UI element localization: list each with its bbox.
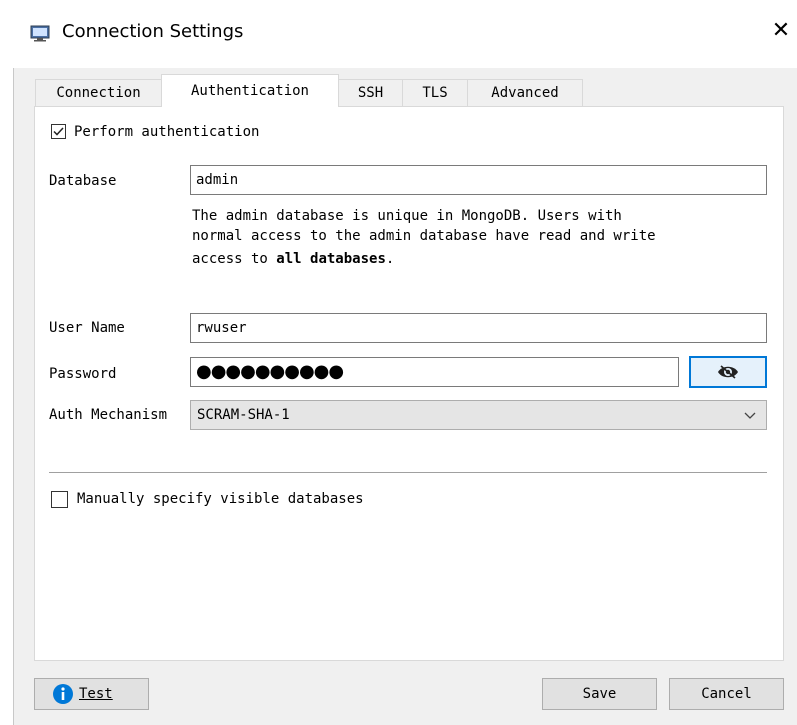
mechanism-value: SCRAM-SHA-1 <box>197 407 290 423</box>
tab-ssh[interactable]: SSH <box>338 79 403 106</box>
separator <box>49 472 767 473</box>
help-bold: all databases <box>276 251 386 267</box>
database-help-line-1: The admin database is unique in MongoDB.… <box>192 208 622 224</box>
mechanism-select[interactable]: SCRAM-SHA-1 <box>190 400 767 430</box>
close-icon[interactable]: ✕ <box>770 20 792 42</box>
save-button[interactable]: Save <box>542 678 657 710</box>
tab-advanced[interactable]: Advanced <box>467 79 583 106</box>
window-title: Connection Settings <box>62 21 244 42</box>
title-bar: Connection Settings ✕ <box>0 0 797 68</box>
perform-auth-label: Perform authentication <box>74 124 260 140</box>
database-help-line-2: normal access to the admin database have… <box>192 228 656 244</box>
password-input[interactable]: ●●●●●●●●●● <box>190 357 679 387</box>
database-input[interactable]: admin <box>190 165 767 195</box>
tab-connection[interactable]: Connection <box>35 79 162 106</box>
mechanism-label: Auth Mechanism <box>49 407 168 423</box>
test-button-label: Test <box>79 686 113 702</box>
eye-icon <box>718 365 738 379</box>
test-button[interactable]: Test <box>34 678 149 710</box>
help-suffix: . <box>385 251 395 267</box>
database-label: Database <box>49 173 117 189</box>
tab-authentication[interactable]: Authentication <box>161 74 339 107</box>
monitor-icon <box>30 25 50 42</box>
password-label: Password <box>49 366 117 382</box>
checkmark-icon <box>53 127 64 136</box>
visible-databases-checkbox[interactable] <box>51 491 68 508</box>
cancel-button[interactable]: Cancel <box>669 678 784 710</box>
database-help-line-3: access to all databases. <box>192 249 394 269</box>
show-password-button[interactable] <box>689 356 767 388</box>
username-label: User Name <box>49 320 125 336</box>
help-prefix: access to <box>192 251 277 267</box>
tab-tls[interactable]: TLS <box>402 79 468 106</box>
info-icon <box>53 684 73 704</box>
perform-auth-checkbox[interactable] <box>51 124 66 139</box>
visible-databases-label: Manually specify visible databases <box>77 491 364 507</box>
username-input[interactable]: rwuser <box>190 313 767 343</box>
chevron-down-icon <box>744 412 756 419</box>
